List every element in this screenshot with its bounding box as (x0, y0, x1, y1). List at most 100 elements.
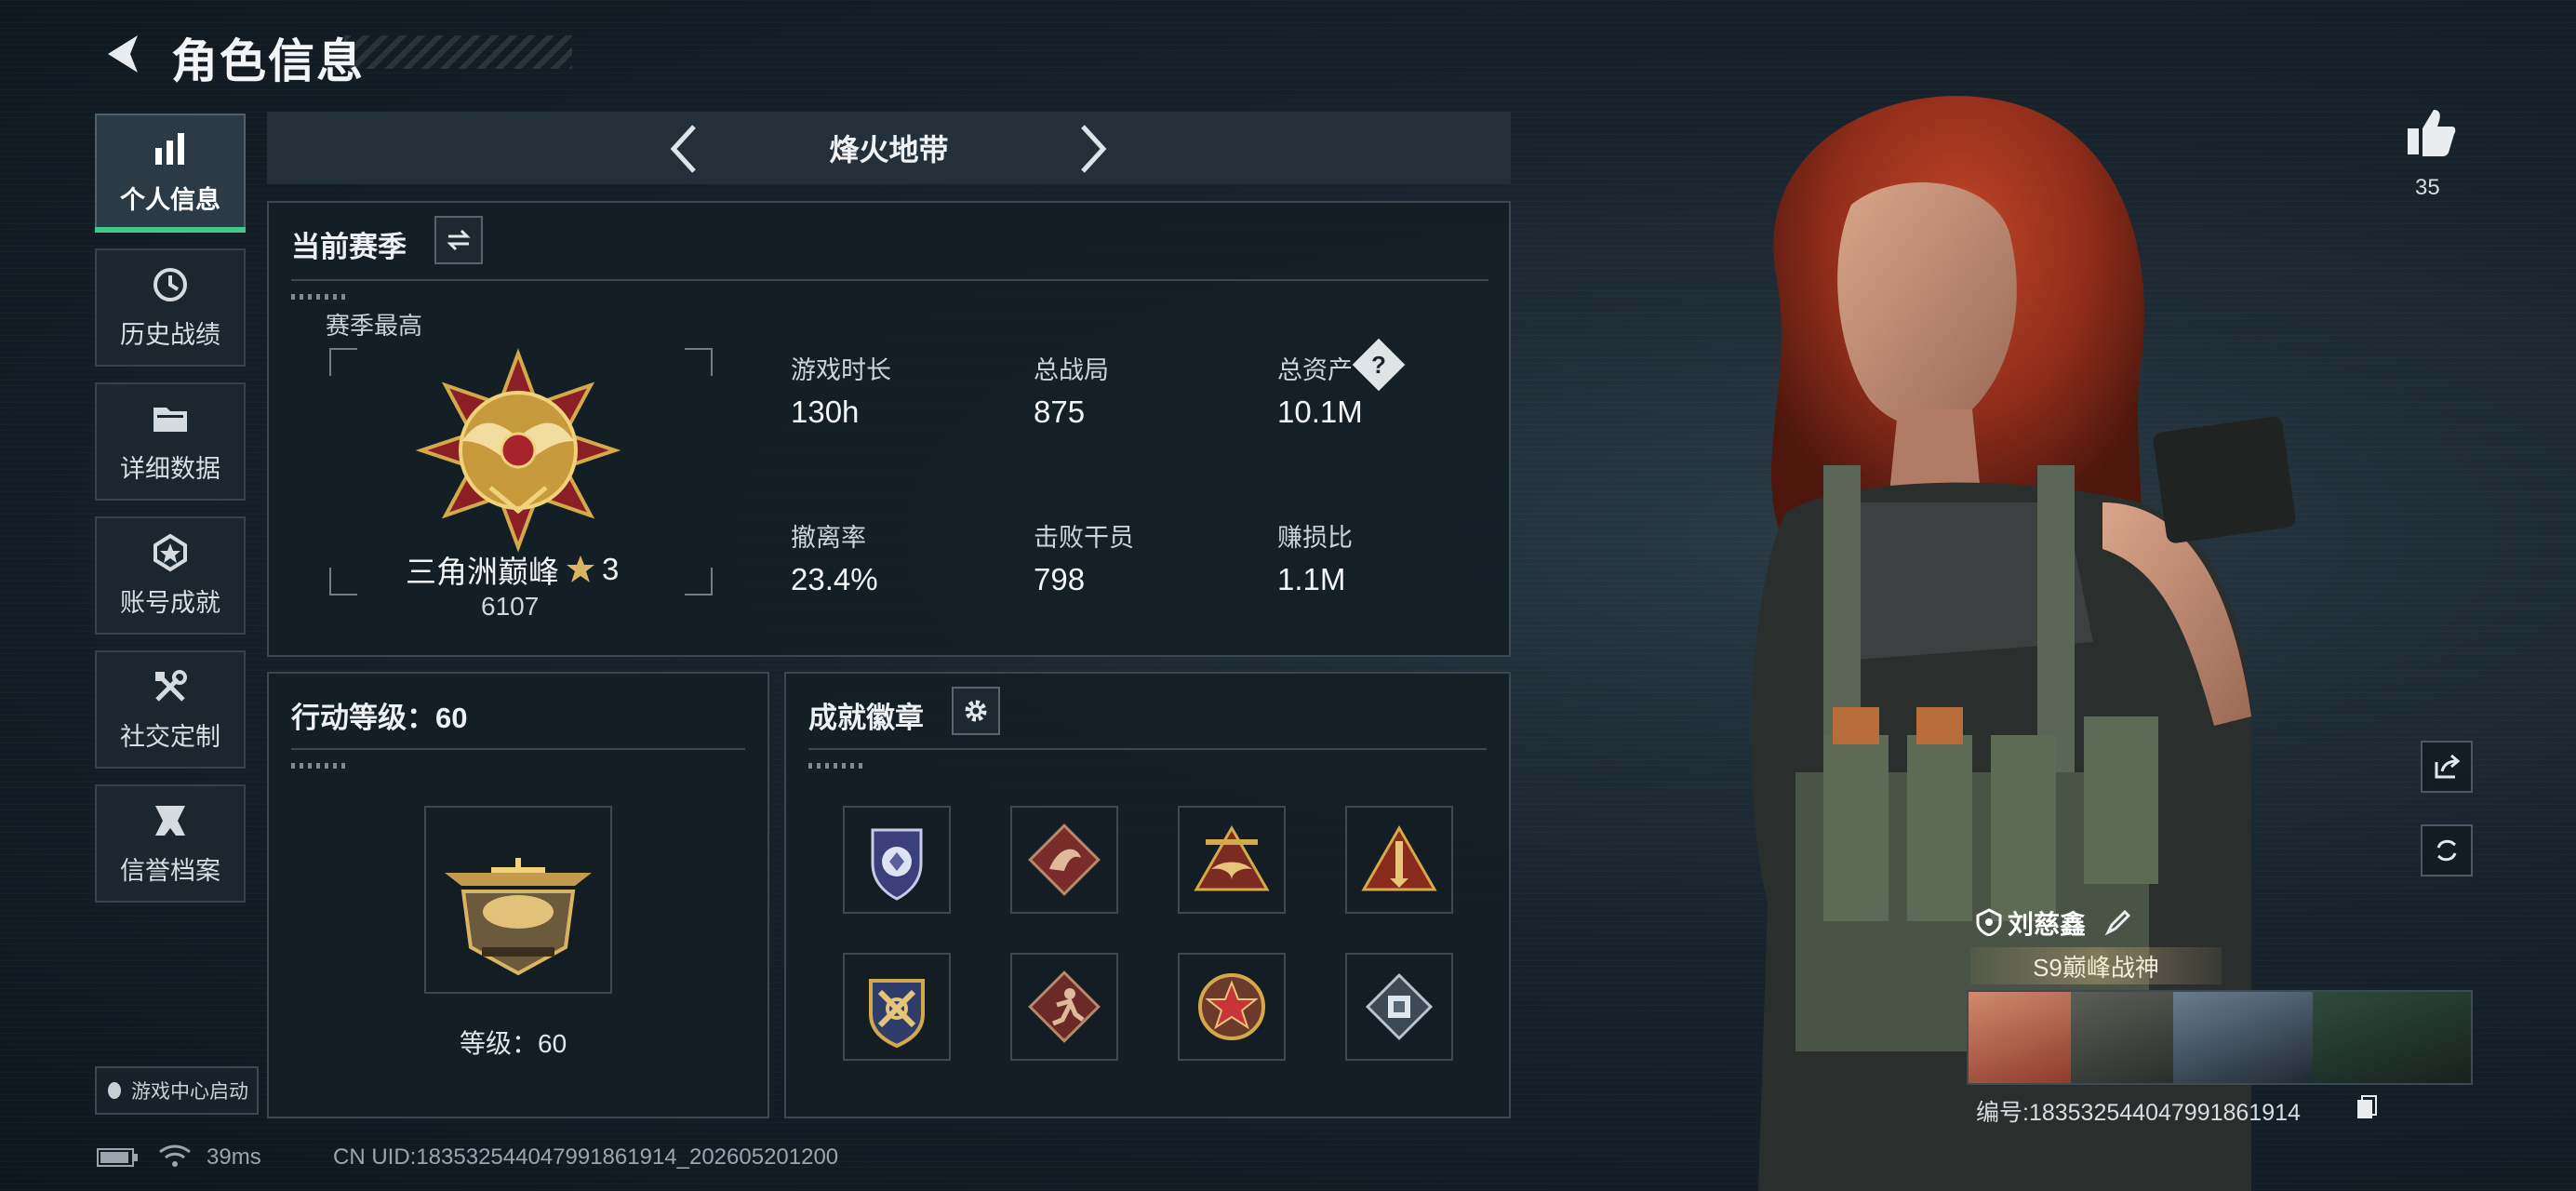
diamond-chip-badge-icon (1365, 972, 1434, 1041)
achievement-badge[interactable] (1345, 953, 1453, 1061)
divider (808, 748, 1487, 750)
banner-laptop (2313, 992, 2471, 1083)
achievement-badge[interactable] (843, 806, 951, 914)
credit-shield-icon (155, 806, 185, 836)
bar-chart-icon (155, 133, 184, 165)
sidebar-item-credit[interactable]: 信誉档案 (95, 784, 246, 903)
title-decoration (344, 35, 572, 69)
sidebar-item-personal-info[interactable]: 个人信息 (95, 114, 246, 232)
help-symbol: ? (1371, 350, 1386, 379)
share-icon (2435, 754, 2461, 779)
stat-label: 赚损比 (1277, 524, 1353, 552)
edit-icon[interactable] (2104, 908, 2132, 936)
stat-value: 130h (791, 395, 860, 429)
banner-map (2071, 992, 2173, 1083)
achievement-badge[interactable] (1178, 806, 1286, 914)
divider-dots (291, 763, 347, 769)
history-clock-icon (153, 268, 187, 301)
frame-corner (685, 348, 713, 376)
chevron-left-icon[interactable] (661, 119, 707, 179)
rank-score: 6107 (481, 592, 540, 621)
thumbs-up-icon[interactable] (2402, 104, 2458, 160)
sidebar-item-label: 历史战绩 (120, 321, 220, 349)
season-title: 当前赛季 (291, 231, 407, 263)
action-level-title: 行动等级：60 (291, 702, 468, 734)
share-button[interactable] (2421, 741, 2473, 793)
sidebar-item-label: 社交定制 (120, 723, 220, 751)
like-count: 35 (2415, 175, 2440, 200)
copy-icon[interactable] (2356, 1094, 2378, 1122)
sidebar-item-detailed-data[interactable]: 详细数据 (95, 382, 246, 501)
level-emblem-frame (424, 806, 612, 994)
dragon-badge-icon (1028, 823, 1101, 896)
refresh-icon (2436, 839, 2457, 862)
folder-icon (153, 408, 187, 432)
sidebar-item-label: 信誉档案 (120, 857, 220, 885)
level-text: 等级：60 (460, 1029, 567, 1058)
season-peak-label: 赛季最高 (326, 312, 423, 340)
player-id: 编号:18353254404799186191​4 (1976, 1100, 2301, 1126)
sidebar-item-history[interactable]: 历史战绩 (95, 248, 246, 367)
swap-arrows-icon (447, 229, 471, 251)
stat-label: 游戏时长 (791, 356, 891, 384)
stat-value: 10.1M (1277, 395, 1363, 429)
rank-name: 三角洲巅峰 (406, 555, 559, 589)
divider-dots (291, 294, 347, 300)
sidebar-item-label: 详细数据 (120, 455, 220, 483)
achievement-badge[interactable] (1010, 806, 1118, 914)
divider (291, 748, 745, 750)
back-arrow-icon[interactable] (95, 26, 151, 82)
rank-emblem-icon (416, 348, 621, 553)
stat-label: 撤离率 (791, 524, 866, 552)
crossed-weapon-badge-icon (869, 979, 925, 1049)
stat-label: 击败干员 (1034, 524, 1134, 552)
active-indicator (95, 227, 246, 233)
frame-corner (329, 348, 357, 376)
achievement-icon (153, 533, 187, 572)
stat-label: 总战局 (1034, 356, 1109, 384)
player-name: 刘慈鑫 (2008, 910, 2087, 939)
sidebar-item-social[interactable]: 社交定制 (95, 650, 246, 769)
battery-icon (97, 1148, 138, 1167)
sidebar-item-achievements[interactable]: 账号成就 (95, 516, 246, 635)
player-title: S9巅峰战神 (1970, 947, 2222, 984)
divider-dots (808, 763, 864, 769)
stat-value: 798 (1034, 562, 1086, 596)
rank-stars: 3 (602, 552, 620, 586)
frame-corner (329, 568, 357, 596)
wifi-icon (159, 1144, 191, 1167)
triangle-bird-badge-icon (1194, 824, 1270, 891)
chevron-right-icon[interactable] (1070, 119, 1116, 179)
ping-text: 39ms (207, 1144, 261, 1170)
achievement-badge[interactable] (843, 953, 951, 1061)
banner-portrait (1969, 992, 2071, 1083)
banner-scene (2173, 992, 2313, 1083)
stat-value: 1.1M (1277, 562, 1346, 596)
refresh-button[interactable] (2421, 824, 2473, 877)
sidebar-item-label: 账号成就 (120, 589, 220, 617)
achievement-badge[interactable] (1345, 806, 1453, 914)
achievement-badge[interactable] (1010, 953, 1118, 1061)
mode-selector: 烽火地带 (267, 112, 1511, 184)
runner-badge-icon (1028, 970, 1101, 1043)
red-star-badge-icon (1198, 973, 1265, 1040)
launch-label: 游戏中心启动 (131, 1081, 248, 1103)
sidebar-item-label: 个人信息 (120, 186, 220, 214)
game-center-launch-button[interactable]: 游戏中心启动 (95, 1066, 259, 1115)
helicopter-emblem-icon (445, 858, 592, 976)
frame-corner (685, 568, 713, 596)
mode-label: 烽火地带 (829, 133, 949, 167)
tools-icon (155, 670, 187, 702)
stat-value: 23.4% (791, 562, 878, 596)
player-banner (1967, 990, 2473, 1085)
shield-star-badge-icon (871, 828, 923, 901)
penguin-icon (108, 1082, 121, 1099)
stat-label: 总资产 (1277, 356, 1353, 384)
achievements-title: 成就徽章 (808, 702, 924, 734)
uid-text: CN UID:18353254404799186191​4_2026052012… (333, 1144, 839, 1170)
star-icon (567, 555, 594, 582)
switch-season-button[interactable] (434, 216, 483, 264)
achievement-badge[interactable] (1178, 953, 1286, 1061)
triangle-rocket-badge-icon (1361, 824, 1437, 891)
achievements-settings-button[interactable] (952, 687, 1000, 735)
